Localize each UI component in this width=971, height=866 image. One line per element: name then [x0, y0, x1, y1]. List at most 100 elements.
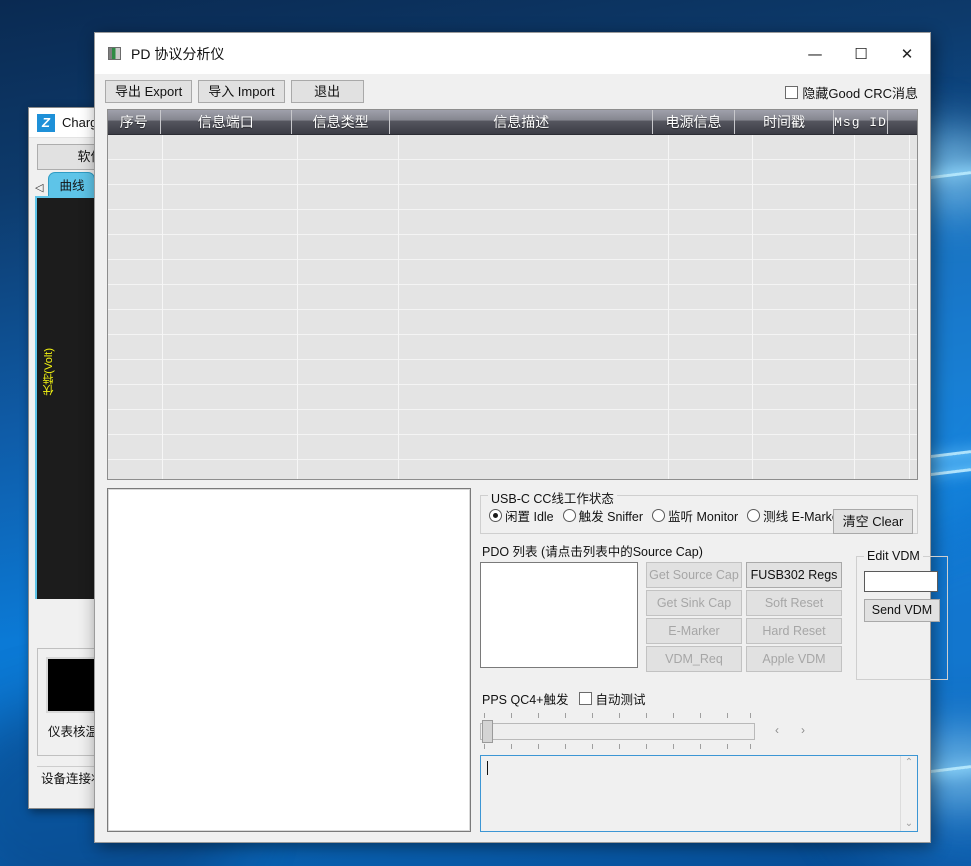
vdm-req-button[interactable]: VDM_Req: [646, 646, 742, 672]
console-scrollbar[interactable]: ⌃ ⌄: [900, 756, 917, 831]
pd-analyzer-window[interactable]: PD 协议分析仪 — ☐ ✕ 导出 Export 导入 Import 退出 隐藏…: [94, 32, 931, 843]
table-row[interactable]: [108, 210, 917, 235]
minimize-button[interactable]: —: [792, 33, 838, 74]
col-header-description[interactable]: 信息描述: [390, 110, 653, 134]
pdo-list[interactable]: [480, 562, 638, 668]
vdm-input[interactable]: [864, 571, 938, 592]
edit-vdm-group-title: Edit VDM: [864, 549, 923, 563]
console-textarea[interactable]: ⌃ ⌄: [480, 755, 918, 832]
console-text-content[interactable]: [481, 756, 900, 831]
table-row[interactable]: [108, 360, 917, 385]
text-caret: [487, 761, 488, 775]
close-button[interactable]: ✕: [884, 33, 930, 74]
dialog-titlebar[interactable]: PD 协议分析仪 — ☐ ✕: [95, 33, 930, 74]
cc-status-group-title: USB-C CC线工作状态: [488, 488, 617, 507]
radio-sniffer[interactable]: 触发 Sniffer: [563, 506, 643, 525]
pdo-list-label: PDO 列表 (请点击列表中的Source Cap): [482, 541, 918, 560]
send-vdm-button[interactable]: Send VDM: [864, 599, 940, 622]
pps-slider-row: ‹ ›: [480, 711, 918, 749]
soft-reset-button[interactable]: Soft Reset: [746, 590, 842, 616]
pps-trigger-row: PPS QC4+触发 自动测试: [482, 689, 918, 708]
hard-reset-button[interactable]: Hard Reset: [746, 618, 842, 644]
dialog-lower-area: USB-C CC线工作状态 闲置 Idle 触发 Sniffer 监听 Moni…: [95, 480, 930, 842]
radio-button-icon: [652, 509, 665, 522]
command-button-grid: Get Source Cap FUSB302 Regs Get Sink Cap…: [646, 562, 842, 680]
col-header-timestamp[interactable]: 时间戳: [735, 110, 834, 134]
pps-slider[interactable]: [480, 711, 755, 749]
radio-emarker[interactable]: 测线 E-Marker: [747, 506, 843, 525]
grid-column-divider: [297, 135, 298, 479]
radio-sniffer-label: 触发 Sniffer: [579, 506, 643, 525]
get-sink-cap-button[interactable]: Get Sink Cap: [646, 590, 742, 616]
controls-column: USB-C CC线工作状态 闲置 Idle 触发 Sniffer 监听 Moni…: [480, 488, 918, 832]
radio-monitor[interactable]: 监听 Monitor: [652, 506, 738, 525]
table-row[interactable]: [108, 260, 917, 285]
radio-emarker-label: 测线 E-Marker: [763, 506, 843, 525]
pps-label: PPS QC4+触发: [482, 689, 569, 708]
edit-vdm-group: Edit VDM Send VDM: [856, 556, 948, 680]
col-header-port[interactable]: 信息端口: [161, 110, 292, 134]
table-row[interactable]: [108, 285, 917, 310]
table-row[interactable]: [108, 135, 917, 160]
export-button[interactable]: 导出 Export: [105, 80, 192, 103]
app-logo-icon: Z: [37, 114, 55, 132]
grid-column-divider: [162, 135, 163, 479]
radio-monitor-label: 监听 Monitor: [668, 506, 738, 525]
dialog-toolbar: 导出 Export 导入 Import 退出 隐藏Good CRC消息: [95, 74, 930, 109]
cc-status-group: USB-C CC线工作状态 闲置 Idle 触发 Sniffer 监听 Moni…: [480, 495, 918, 534]
e-marker-button[interactable]: E-Marker: [646, 618, 742, 644]
table-row[interactable]: [108, 385, 917, 410]
maximize-button[interactable]: ☐: [838, 33, 884, 74]
table-row[interactable]: [108, 435, 917, 460]
pps-nav-buttons: ‹ ›: [765, 720, 815, 741]
radio-idle-label: 闲置 Idle: [505, 506, 554, 525]
log-output-panel[interactable]: [107, 488, 471, 832]
col-header-power-info[interactable]: 电源信息: [653, 110, 735, 134]
message-table-body[interactable]: [108, 135, 917, 479]
col-header-index[interactable]: 序号: [108, 110, 161, 134]
background-window-title: Charg: [62, 115, 97, 130]
pps-prev-button[interactable]: ‹: [765, 720, 789, 741]
pps-slider-thumb[interactable]: [482, 720, 493, 743]
hide-good-crc-label: 隐藏Good CRC消息: [802, 83, 918, 102]
table-row[interactable]: [108, 460, 917, 480]
hide-good-crc-checkbox[interactable]: 隐藏Good CRC消息: [785, 83, 918, 102]
grid-column-divider: [909, 135, 910, 479]
cc-mode-radio-group: 闲置 Idle 触发 Sniffer 监听 Monitor 测线 E-Marke…: [489, 506, 825, 525]
chart-y-axis-title: 伏特(Volt): [41, 348, 57, 396]
tab-prev-arrow-icon[interactable]: ◁: [33, 183, 48, 196]
app-icon: [108, 47, 121, 60]
table-row[interactable]: [108, 335, 917, 360]
grid-column-divider: [398, 135, 399, 479]
import-button[interactable]: 导入 Import: [198, 80, 284, 103]
checkbox-box-icon: [579, 692, 592, 705]
radio-idle[interactable]: 闲置 Idle: [489, 506, 554, 525]
col-header-type[interactable]: 信息类型: [292, 110, 390, 134]
col-header-msg-id[interactable]: Msg ID: [834, 110, 888, 134]
fusb302-regs-button[interactable]: FUSB302 Regs: [746, 562, 842, 588]
table-row[interactable]: [108, 235, 917, 260]
scroll-down-icon[interactable]: ⌄: [905, 819, 913, 829]
table-row[interactable]: [108, 410, 917, 435]
table-row[interactable]: [108, 185, 917, 210]
checkbox-box-icon: [785, 86, 798, 99]
col-header-spacer: [888, 110, 917, 134]
scroll-up-icon[interactable]: ⌃: [905, 758, 913, 768]
auto-test-checkbox[interactable]: 自动测试: [579, 689, 646, 708]
grid-column-divider: [668, 135, 669, 479]
grid-column-divider: [854, 135, 855, 479]
pps-next-button[interactable]: ›: [791, 720, 815, 741]
radio-button-icon: [489, 509, 502, 522]
table-row[interactable]: [108, 160, 917, 185]
grid-column-divider: [752, 135, 753, 479]
message-table-header: 序号 信息端口 信息类型 信息描述 电源信息 时间戳 Msg ID: [108, 110, 917, 135]
get-source-cap-button[interactable]: Get Source Cap: [646, 562, 742, 588]
auto-test-label: 自动测试: [596, 689, 646, 708]
exit-button[interactable]: 退出: [291, 80, 364, 103]
tab-curve[interactable]: 曲线: [48, 172, 95, 196]
clear-button[interactable]: 清空 Clear: [833, 509, 913, 534]
pps-slider-track[interactable]: [480, 723, 755, 740]
apple-vdm-button[interactable]: Apple VDM: [746, 646, 842, 672]
table-row[interactable]: [108, 310, 917, 335]
message-table[interactable]: 序号 信息端口 信息类型 信息描述 电源信息 时间戳 Msg ID: [107, 109, 918, 480]
